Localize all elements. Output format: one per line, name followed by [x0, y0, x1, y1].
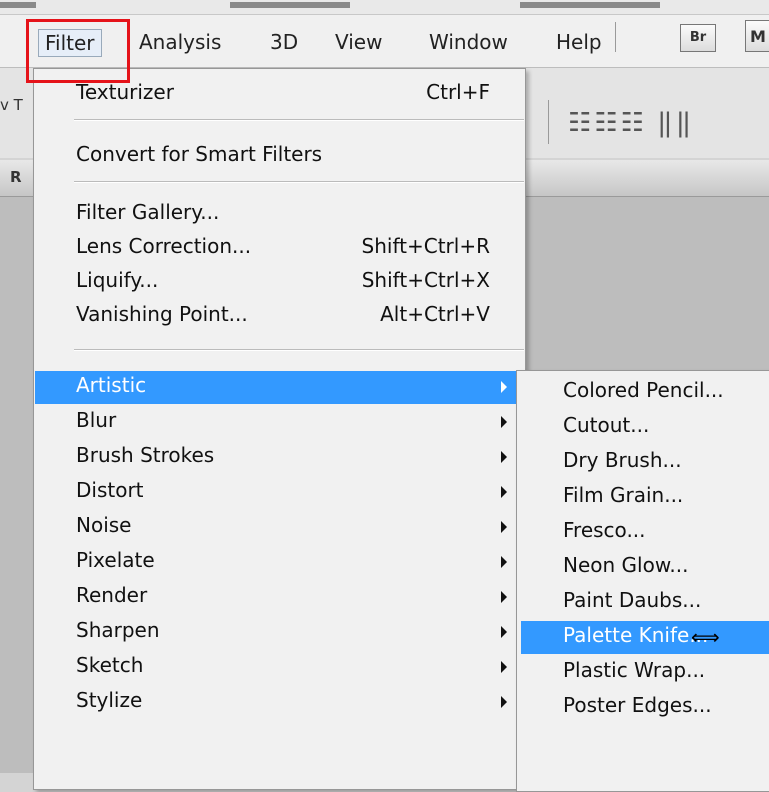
submenu-arrow-icon	[501, 591, 507, 603]
align-distribute-icons[interactable]: ☷☷☷ ‖‖	[568, 108, 694, 138]
submenu-arrow-icon	[501, 451, 507, 463]
menu-item-shortcut: Shift+Ctrl+X	[361, 268, 490, 292]
menu-item-liquify[interactable]: Liquify... Shift+Ctrl+X	[35, 266, 524, 299]
submenu-item-plastic-wrap[interactable]: Plastic Wrap...	[521, 656, 769, 689]
submenu-item-paint-daubs[interactable]: Paint Daubs...	[521, 586, 769, 619]
artistic-submenu: Colored Pencil... Cutout... Dry Brush...…	[516, 370, 769, 792]
submenu-item-label: Film Grain...	[563, 483, 684, 507]
submenu-item-fresco[interactable]: Fresco...	[521, 516, 769, 549]
menu-item-sharpen[interactable]: Sharpen	[35, 616, 524, 649]
menu-item-stylize[interactable]: Stylize	[35, 686, 524, 719]
menu-item-label: Sketch	[76, 653, 144, 677]
menu-window[interactable]: Window	[426, 27, 511, 57]
menu-separator	[74, 119, 524, 121]
menu-item-label: Pixelate	[76, 548, 155, 572]
menu-item-label: Distort	[76, 478, 144, 502]
menu-separator	[615, 22, 616, 52]
mini-bridge-icon[interactable]: M	[745, 20, 769, 52]
annotation-highlight-box	[26, 19, 130, 83]
submenu-arrow-icon	[501, 486, 507, 498]
menu-item-label: Artistic	[76, 373, 147, 397]
menu-item-sketch[interactable]: Sketch	[35, 651, 524, 684]
submenu-item-label: Neon Glow...	[563, 553, 689, 577]
menu-item-distort[interactable]: Distort	[35, 476, 524, 509]
submenu-item-dry-brush[interactable]: Dry Brush...	[521, 446, 769, 479]
title-strip	[0, 0, 769, 15]
submenu-item-label: Cutout...	[563, 413, 650, 437]
submenu-item-label: Colored Pencil...	[563, 378, 724, 402]
resize-cursor-icon: ⟺	[691, 625, 720, 649]
menu-item-artistic[interactable]: Artistic	[35, 371, 524, 404]
submenu-item-label: Fresco...	[563, 518, 646, 542]
menu-item-pixelate[interactable]: Pixelate	[35, 546, 524, 579]
document-tab[interactable]: R	[10, 168, 22, 186]
menu-item-lens-correction[interactable]: Lens Correction... Shift+Ctrl+R	[35, 232, 524, 265]
menu-item-render[interactable]: Render	[35, 581, 524, 614]
menu-item-shortcut: Alt+Ctrl+V	[380, 302, 490, 326]
menu-item-label: Sharpen	[76, 618, 160, 642]
menu-item-label: Vanishing Point...	[76, 302, 248, 326]
submenu-item-label: Poster Edges...	[563, 693, 712, 717]
menu-item-filter-gallery[interactable]: Filter Gallery...	[35, 198, 524, 231]
submenu-item-poster-edges[interactable]: Poster Edges...	[521, 691, 769, 724]
menu-item-noise[interactable]: Noise	[35, 511, 524, 544]
submenu-item-label: Dry Brush...	[563, 448, 682, 472]
menu-3d[interactable]: 3D	[267, 27, 301, 57]
filter-menu: Texturizer Ctrl+F Convert for Smart Filt…	[33, 68, 526, 790]
menu-item-label: Stylize	[76, 688, 143, 712]
menu-item-label: Blur	[76, 408, 117, 432]
menu-item-blur[interactable]: Blur	[35, 406, 524, 439]
bridge-icon[interactable]: Br	[680, 24, 716, 52]
menu-view[interactable]: View	[332, 27, 385, 57]
menu-item-vanishing-point[interactable]: Vanishing Point... Alt+Ctrl+V	[35, 300, 524, 333]
submenu-item-label: Paint Daubs...	[563, 588, 702, 612]
submenu-arrow-icon	[501, 556, 507, 568]
submenu-item-film-grain[interactable]: Film Grain...	[521, 481, 769, 514]
submenu-arrow-icon	[501, 661, 507, 673]
align-hcenter-icon[interactable]: ‖	[676, 108, 695, 138]
menu-item-label: Texturizer	[76, 80, 174, 104]
menu-separator	[74, 349, 524, 351]
options-separator	[548, 100, 549, 144]
menu-item-brush-strokes[interactable]: Brush Strokes	[35, 441, 524, 474]
submenu-item-label: Plastic Wrap...	[563, 658, 706, 682]
menu-item-label: Brush Strokes	[76, 443, 215, 467]
menu-item-label: Liquify...	[76, 268, 159, 292]
align-left-icon[interactable]: ‖	[657, 108, 676, 138]
tool-preset-label[interactable]: v T	[0, 96, 23, 114]
menu-separator	[74, 181, 524, 183]
submenu-item-cutout[interactable]: Cutout...	[521, 411, 769, 444]
menu-item-label: Render	[76, 583, 148, 607]
submenu-item-neon-glow[interactable]: Neon Glow...	[521, 551, 769, 584]
submenu-arrow-icon	[501, 381, 507, 393]
menu-help[interactable]: Help	[553, 27, 605, 57]
menu-item-label: Filter Gallery...	[76, 200, 220, 224]
menu-item-convert-smart-filters[interactable]: Convert for Smart Filters	[35, 140, 524, 173]
submenu-item-palette-knife[interactable]: Palette Knife... ⟺	[521, 621, 769, 654]
submenu-arrow-icon	[501, 416, 507, 428]
menu-analysis[interactable]: Analysis	[136, 27, 224, 57]
submenu-arrow-icon	[501, 521, 507, 533]
submenu-arrow-icon	[501, 696, 507, 708]
menu-item-label: Convert for Smart Filters	[76, 142, 323, 166]
submenu-arrow-icon	[501, 626, 507, 638]
align-top-icon[interactable]: ☷	[568, 108, 594, 138]
align-bottom-icon[interactable]: ☷	[621, 108, 647, 138]
submenu-item-label: Palette Knife...	[563, 623, 709, 647]
menu-item-shortcut: Shift+Ctrl+R	[361, 234, 490, 258]
menu-item-label: Noise	[76, 513, 132, 537]
submenu-item-colored-pencil[interactable]: Colored Pencil...	[521, 376, 769, 409]
menu-item-label: Lens Correction...	[76, 234, 252, 258]
align-vcenter-icon[interactable]: ☷	[594, 108, 620, 138]
menu-item-shortcut: Ctrl+F	[426, 80, 490, 104]
